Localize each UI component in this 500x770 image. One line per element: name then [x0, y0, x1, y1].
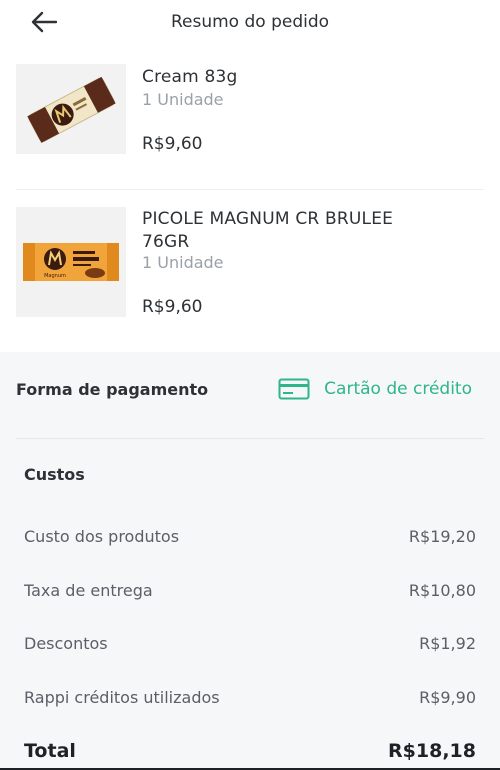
ice-cream-bar-icon — [27, 76, 116, 143]
product-price: R$9,60 — [142, 134, 203, 154]
payment-label: Forma de pagamento — [16, 380, 209, 399]
total-row: Total R$18,18 — [24, 740, 476, 762]
product-price: R$9,60 — [142, 297, 203, 317]
ice-cream-package-icon: Magnum — [23, 243, 119, 281]
cost-label: Custo dos produtos — [24, 527, 180, 546]
product-name: PICOLE MAGNUM CR BRULEE 76GR — [142, 208, 393, 254]
cost-label: Taxa de entrega — [24, 581, 153, 600]
product-image: Magnum — [16, 207, 126, 317]
order-summary-panel — [0, 352, 500, 770]
page-title: Resumo do pedido — [170, 12, 330, 32]
divider — [16, 438, 484, 439]
cost-value: R$10,80 — [408, 581, 476, 600]
cost-row-delivery: Taxa de entrega R$10,80 — [24, 581, 476, 600]
costs-title: Custos — [24, 465, 85, 484]
cost-row-discounts: Descontos R$1,92 — [24, 634, 476, 653]
credit-card-icon — [278, 378, 310, 400]
product-quantity: 1 Unidade — [142, 253, 224, 272]
list-item[interactable]: Magnum PICOLE MAGNUM CR BRULEE 76GR 1 Un… — [0, 190, 500, 352]
list-item[interactable]: Cream 83g 1 Unidade R$9,60 — [0, 46, 500, 191]
cost-label: Rappi créditos utilizados — [24, 688, 220, 707]
product-name-line-1: PICOLE MAGNUM CR BRULEE — [142, 209, 394, 229]
package-brand-text: Magnum — [44, 273, 66, 279]
total-label: Total — [24, 740, 76, 762]
total-value: R$18,18 — [388, 740, 476, 762]
header: Resumo do pedido — [0, 0, 500, 46]
product-name-line-2: 76GR — [142, 232, 190, 252]
product-image — [16, 64, 126, 154]
payment-method-selector[interactable]: Cartão de crédito — [278, 378, 472, 400]
cost-row-products: Custo dos produtos R$19,20 — [24, 527, 476, 546]
cost-value: R$9,90 — [419, 688, 476, 707]
cost-label: Descontos — [24, 634, 108, 653]
cost-value: R$1,92 — [419, 634, 476, 653]
cost-row-credits: Rappi créditos utilizados R$9,90 — [24, 688, 476, 707]
cost-value: R$19,20 — [408, 527, 476, 546]
payment-method-text: Cartão de crédito — [324, 379, 472, 399]
product-name: Cream 83g — [142, 67, 238, 87]
product-quantity: 1 Unidade — [142, 90, 224, 109]
